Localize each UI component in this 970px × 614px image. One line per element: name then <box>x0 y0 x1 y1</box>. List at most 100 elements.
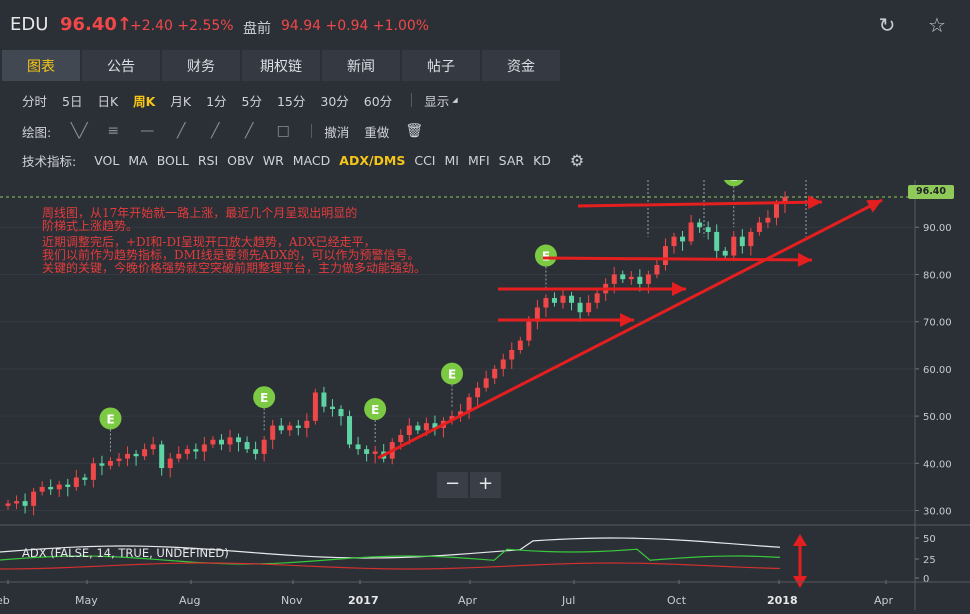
candle-body <box>133 453 139 457</box>
x-tick-label: Apr <box>458 594 478 607</box>
period-9[interactable]: 60分 <box>364 91 392 110</box>
candle-body <box>22 501 28 506</box>
redo-button[interactable]: 重做 <box>364 122 389 141</box>
indicator-mi[interactable]: MI <box>445 153 459 168</box>
undo-button[interactable]: 撤消 <box>324 122 349 141</box>
indicator-cci[interactable]: CCI <box>414 153 435 168</box>
candle-body <box>492 368 498 379</box>
y-tick-label: 30.00 <box>923 507 952 518</box>
rectangle-tool-icon[interactable]: □ <box>273 123 293 139</box>
adx-tick-label: 25 <box>923 555 936 566</box>
period-4[interactable]: 月K <box>170 91 191 110</box>
star-icon[interactable]: ☆ <box>926 14 948 36</box>
indicator-macd[interactable]: MACD <box>293 153 330 168</box>
last-price: 96.40↑ <box>60 14 133 35</box>
settings-gear-icon[interactable]: ⚙ <box>570 151 584 170</box>
period-0[interactable]: 分时 <box>22 91 47 110</box>
candle-body <box>714 231 720 251</box>
candle-body <box>278 425 284 431</box>
candle-body <box>406 425 412 435</box>
zigzag-tool-icon[interactable]: ╲╱ <box>69 123 89 139</box>
display-dropdown[interactable]: 显示 <box>424 91 449 110</box>
indicator-ma[interactable]: MA <box>128 153 147 168</box>
indicators-label: 技术指标: <box>22 153 77 169</box>
candle-body <box>680 236 686 242</box>
refresh-icon[interactable]: ↻ <box>876 14 898 36</box>
candle-body <box>201 444 207 452</box>
indicator-adx-dms[interactable]: ADX/DMS <box>339 153 405 168</box>
indicator-vol[interactable]: VOL <box>94 153 119 168</box>
period-2[interactable]: 日K <box>97 91 118 110</box>
indicator-kd[interactable]: KD <box>533 153 551 168</box>
candle-body <box>218 439 224 445</box>
ray-line-icon[interactable]: ╱ <box>205 123 225 139</box>
extended-line-icon[interactable]: ╱ <box>239 123 259 139</box>
adx-indicator-label: ADX (FALSE, 14, TRUE, UNDEFINED) <box>22 546 229 560</box>
drawing-toolbar: 绘图: ╲╱ ≡ — ╱ ╱ ╱ □ 撤消 重做 🗑 <box>0 117 970 145</box>
tab-1[interactable]: 公告 <box>82 50 160 81</box>
candle-body <box>329 406 335 410</box>
candle-body <box>48 486 54 490</box>
adx-range-arrow-head <box>793 534 807 546</box>
candle-body <box>551 298 557 303</box>
indicator-rsi[interactable]: RSI <box>198 153 218 168</box>
candle-body <box>253 449 259 454</box>
x-tick-label: eb <box>0 594 10 607</box>
period-7[interactable]: 15分 <box>277 91 305 110</box>
period-5[interactable]: 1分 <box>206 91 226 110</box>
tab-4[interactable]: 新闻 <box>322 50 400 81</box>
candle-body <box>756 222 762 232</box>
candle-body <box>526 321 532 341</box>
period-6[interactable]: 5分 <box>242 91 262 110</box>
candle-body <box>517 340 523 350</box>
y-tick-label: 70.00 <box>923 318 952 329</box>
x-tick-label: 2017 <box>348 594 379 607</box>
indicator-boll[interactable]: BOLL <box>157 153 189 168</box>
x-tick-label: Nov <box>281 594 303 607</box>
zoom-in-button[interactable]: + <box>470 472 501 498</box>
dropdown-caret-icon: ◢ <box>452 96 458 104</box>
indicator-sar[interactable]: SAR <box>499 153 524 168</box>
candle-body <box>236 437 242 443</box>
period-1[interactable]: 5日 <box>62 91 82 110</box>
candle-body <box>739 236 745 247</box>
candle-body <box>765 217 771 223</box>
period-8[interactable]: 30分 <box>320 91 348 110</box>
tab-0[interactable]: 图表 <box>2 50 80 81</box>
candle-body <box>688 222 694 242</box>
candle-body <box>569 295 575 303</box>
candle-body <box>705 227 711 232</box>
period-3[interactable]: 周K <box>133 91 155 110</box>
trend-line-icon[interactable]: ╱ <box>171 123 191 139</box>
indicator-obv[interactable]: OBV <box>227 153 254 168</box>
zoom-out-button[interactable]: − <box>437 472 468 498</box>
candle-body <box>662 246 668 265</box>
tab-5[interactable]: 帖子 <box>402 50 480 81</box>
tab-2[interactable]: 财务 <box>162 50 240 81</box>
tab-3[interactable]: 期权链 <box>242 50 320 81</box>
candle-body <box>14 501 20 504</box>
tab-6[interactable]: 资金 <box>482 50 560 81</box>
x-tick-label: Apr <box>874 594 894 607</box>
candle-body <box>347 416 353 445</box>
adx-tick-label: 0 <box>923 574 929 585</box>
candle-body <box>509 350 515 360</box>
candle-body <box>321 392 327 407</box>
candle-body <box>116 458 122 461</box>
candle-body <box>731 236 737 256</box>
adx-tick-label: 50 <box>923 534 936 545</box>
price-change: +2.40 +2.55% <box>130 18 234 34</box>
candle-body <box>142 449 148 457</box>
step-arrow-head <box>620 313 634 327</box>
earnings-marker-label: E <box>730 180 738 183</box>
candle-body <box>364 449 370 454</box>
fib-tool-icon[interactable]: ≡ <box>103 123 123 139</box>
candle-body <box>500 359 506 369</box>
indicator-mfi[interactable]: MFI <box>468 153 490 168</box>
indicator-wr[interactable]: WR <box>263 153 284 168</box>
candle-body <box>748 231 754 247</box>
trash-icon[interactable]: 🗑 <box>404 123 424 139</box>
candle-body <box>577 302 583 313</box>
candle-body <box>560 295 566 303</box>
horizontal-line-icon[interactable]: — <box>137 123 157 139</box>
